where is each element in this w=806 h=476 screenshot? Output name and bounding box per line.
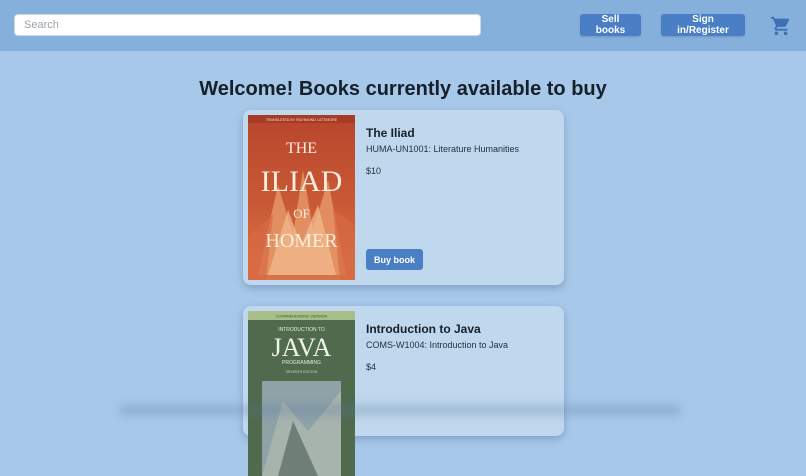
sign-in-register-button[interactable]: Sign in/Register [661, 14, 745, 36]
cover-title-line: PROGRAMMING [282, 360, 321, 366]
page-title: Welcome! Books currently available to bu… [199, 78, 607, 100]
cover-top-line: TRANSLATED BY RICHMOND LATTIMORE [266, 118, 338, 122]
cover-title-line: JAVA [272, 333, 332, 362]
cover-top-line: COMPREHENSIVE VERSION [276, 315, 328, 319]
cover-title-line: HOMER [265, 230, 338, 252]
top-navigation-bar: Sell books Sign in/Register [0, 0, 806, 51]
book-cover-image: TRANSLATED BY RICHMOND LATTIMORE THE ILI… [248, 115, 355, 280]
book-cover-image: COMPREHENSIVE VERSION INTRODUCTION TO JA… [248, 311, 355, 476]
book-course: COMS-W1004: Introduction to Java [366, 340, 509, 350]
cover-title-line: ILIAD [261, 165, 343, 198]
book-title: Introduction to Java [366, 322, 481, 336]
book-price: $4 [366, 362, 377, 372]
cover-title-line: THE [286, 140, 317, 157]
cart-icon[interactable] [770, 15, 792, 37]
search-input[interactable] [14, 14, 481, 36]
book-course: HUMA-UN1001: Literature Humanities [366, 144, 520, 154]
book-title: The Iliad [366, 126, 415, 140]
book-card: TRANSLATED BY RICHMOND LATTIMORE THE ILI… [243, 110, 564, 285]
buy-book-button[interactable]: Buy book [366, 249, 423, 270]
book-price: $10 [366, 166, 382, 176]
book-card: COMPREHENSIVE VERSION INTRODUCTION TO JA… [243, 306, 564, 476]
bottom-edge-shadow [120, 404, 680, 416]
cover-title-line: SEVENTH EDITION [286, 370, 318, 374]
cover-title-line: OF [293, 206, 310, 221]
sell-books-button[interactable]: Sell books [580, 14, 641, 36]
